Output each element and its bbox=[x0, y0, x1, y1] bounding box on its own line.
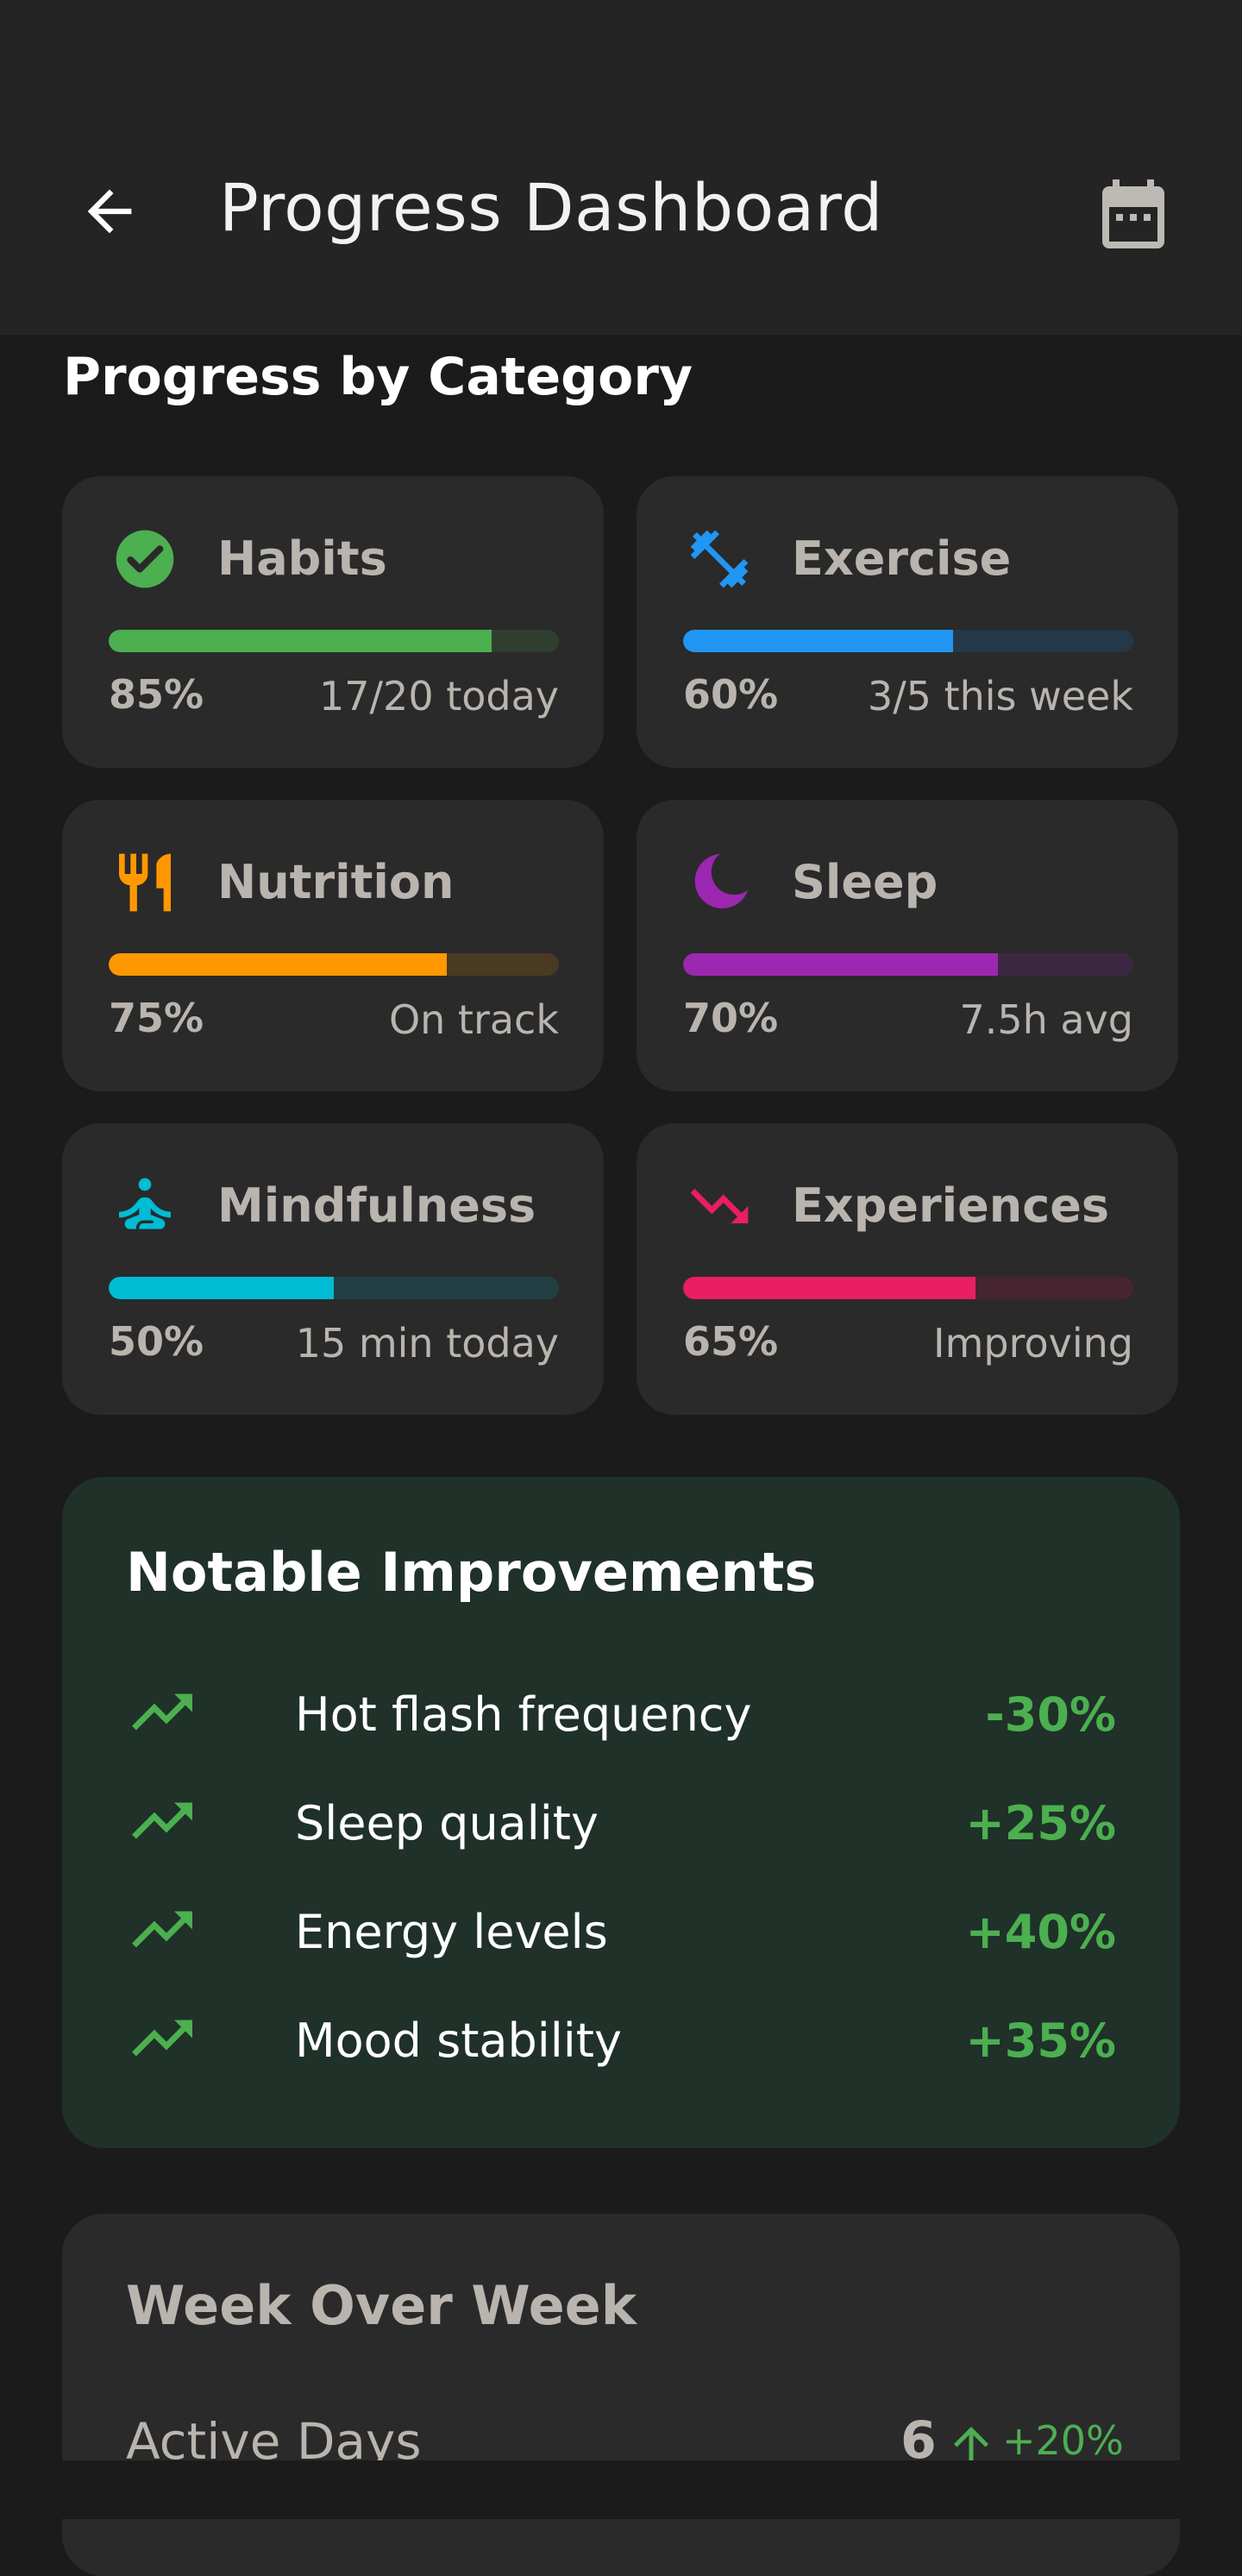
progress-percent: 65% bbox=[683, 1318, 779, 1365]
improvement-value: +25% bbox=[965, 1796, 1117, 1850]
check-circle-icon bbox=[110, 525, 179, 594]
calendar-button[interactable] bbox=[1088, 169, 1178, 259]
progress-fill bbox=[109, 1277, 334, 1299]
progress-fill bbox=[109, 630, 492, 652]
improvement-row: Sleep quality +25% bbox=[126, 1786, 1116, 1863]
progress-fill bbox=[683, 953, 999, 976]
improvement-value: +40% bbox=[965, 1905, 1117, 1959]
progress-fill bbox=[683, 630, 954, 652]
category-card-nutrition[interactable]: Nutrition 75% On track bbox=[62, 800, 604, 1091]
trending-up-icon bbox=[132, 1911, 192, 1948]
progress-bar bbox=[109, 1277, 559, 1299]
progress-bar bbox=[683, 953, 1133, 976]
trending-up-icon bbox=[132, 2020, 192, 2057]
improvement-label: Hot flash frequency bbox=[295, 1687, 752, 1742]
improvement-value: +35% bbox=[965, 2014, 1117, 2068]
category-label: Mindfulness bbox=[217, 1178, 536, 1233]
category-label: Habits bbox=[217, 531, 387, 586]
improvement-row: Energy levels +40% bbox=[126, 1894, 1116, 1972]
progress-bar bbox=[683, 630, 1133, 652]
progress-fill bbox=[683, 1277, 976, 1299]
progress-percent: 85% bbox=[109, 671, 204, 718]
meditation-icon bbox=[110, 1172, 179, 1241]
utensils-icon bbox=[110, 848, 179, 917]
progress-fill bbox=[109, 953, 447, 976]
category-card-exercise[interactable]: Exercise 60% 3/5 this week bbox=[637, 476, 1178, 768]
improvement-label: Energy levels bbox=[295, 1905, 608, 1959]
progress-percent: 60% bbox=[683, 671, 779, 718]
category-label: Experiences bbox=[792, 1178, 1109, 1233]
section-title: Progress by Category bbox=[63, 347, 693, 407]
trending-up-icon bbox=[132, 1802, 192, 1839]
progress-bar bbox=[683, 1277, 1133, 1299]
category-label: Nutrition bbox=[217, 855, 455, 909]
progress-percent: 70% bbox=[683, 995, 779, 1041]
improvements-card: Notable Improvements Hot flash frequency… bbox=[62, 1477, 1180, 2148]
arrow-left-icon bbox=[87, 189, 132, 234]
progress-percent: 75% bbox=[109, 995, 204, 1041]
week-over-week-card: Week Over Week Active Days 6 +20% bbox=[62, 2214, 1180, 2576]
category-card-experiences[interactable]: Experiences 65% Improving bbox=[637, 1123, 1178, 1415]
category-label: Exercise bbox=[792, 531, 1012, 586]
bottom-system-bar bbox=[0, 2460, 1242, 2519]
progress-detail: Improving bbox=[933, 1320, 1133, 1367]
progress-detail: 3/5 this week bbox=[867, 673, 1133, 719]
stat-change: +20% bbox=[1002, 2417, 1124, 2464]
progress-detail: On track bbox=[388, 996, 559, 1043]
category-label: Sleep bbox=[792, 855, 938, 909]
page-title: Progress Dashboard bbox=[219, 169, 883, 246]
trending-up-icon bbox=[132, 1693, 192, 1731]
improvement-row: Mood stability +35% bbox=[126, 2003, 1116, 2081]
improvement-row: Hot flash frequency -30% bbox=[126, 1677, 1116, 1755]
week-over-week-title: Week Over Week bbox=[126, 2274, 637, 2337]
dumbbell-icon bbox=[685, 525, 754, 594]
progress-detail: 17/20 today bbox=[319, 673, 559, 719]
progress-percent: 50% bbox=[109, 1318, 204, 1365]
category-card-habits[interactable]: Habits 85% 17/20 today bbox=[62, 476, 604, 768]
progress-bar bbox=[109, 953, 559, 976]
app-bar: Progress Dashboard bbox=[0, 0, 1242, 335]
trending-down-icon bbox=[685, 1172, 754, 1241]
progress-bar bbox=[109, 630, 559, 652]
category-card-sleep[interactable]: Sleep 70% 7.5h avg bbox=[637, 800, 1178, 1091]
improvement-label: Mood stability bbox=[295, 2014, 622, 2068]
moon-icon bbox=[685, 848, 754, 917]
improvements-title: Notable Improvements bbox=[126, 1541, 817, 1604]
improvement-value: -30% bbox=[985, 1687, 1116, 1742]
calendar-icon bbox=[1102, 179, 1164, 248]
back-button[interactable] bbox=[71, 173, 148, 250]
progress-detail: 7.5h avg bbox=[959, 996, 1133, 1043]
improvement-label: Sleep quality bbox=[295, 1796, 599, 1850]
progress-detail: 15 min today bbox=[295, 1320, 559, 1367]
category-card-mindfulness[interactable]: Mindfulness 50% 15 min today bbox=[62, 1123, 604, 1415]
